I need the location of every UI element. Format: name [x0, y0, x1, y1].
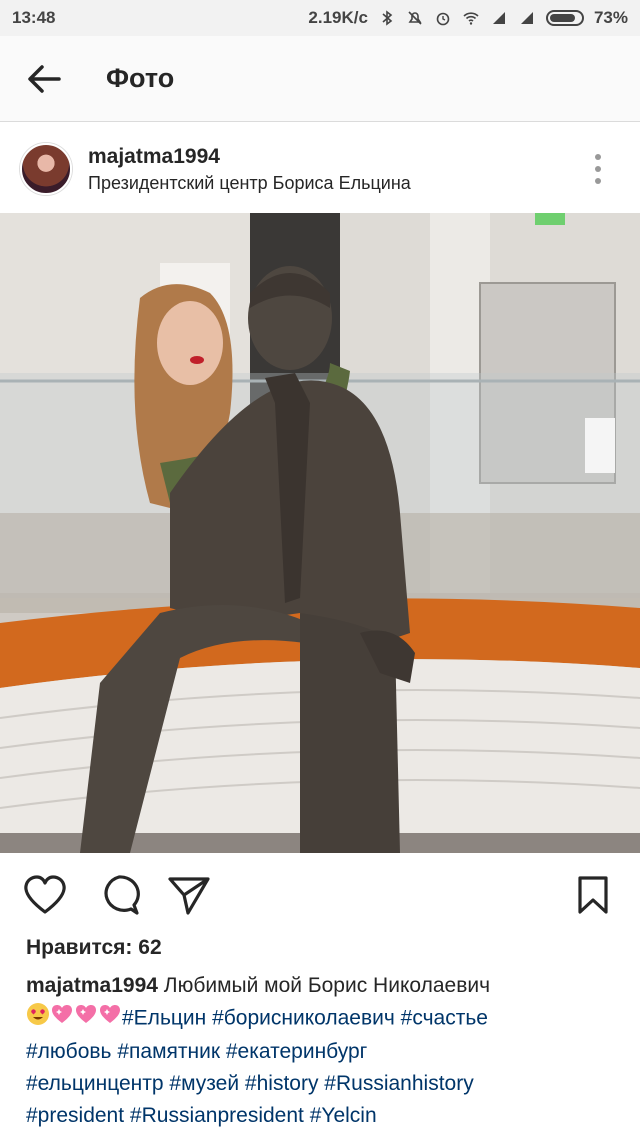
post-location[interactable]: Президентский центр Бориса Ельцина: [88, 173, 411, 194]
post-header: majatma1994 Президентский центр Бориса Е…: [0, 130, 640, 208]
battery-icon: [545, 10, 584, 26]
hashtag[interactable]: #екатеринбург: [226, 1040, 367, 1063]
post-meta: majatma1994 Президентский центр Бориса Е…: [88, 145, 411, 194]
page-title: Фото: [106, 63, 175, 93]
like-button[interactable]: [22, 872, 68, 918]
hashtag[interactable]: #счастье: [401, 1007, 488, 1030]
likes-count[interactable]: Нравится: 62: [26, 936, 162, 960]
caption-text: Любимый мой Борис Николаевич: [163, 974, 491, 997]
wifi-icon: [463, 12, 479, 25]
signal-icon-1: [492, 12, 505, 24]
back-button[interactable]: [14, 49, 74, 109]
hashtag[interactable]: #музей: [169, 1072, 239, 1095]
alarm-icon: [436, 12, 450, 26]
post-caption: majatma1994 Любимый мой Борис Николаевич…: [26, 970, 616, 1132]
hashtag[interactable]: #борисниколаевич: [212, 1007, 395, 1030]
app-bar: Фото: [0, 36, 640, 122]
sparkling-heart-icon: [98, 1002, 122, 1036]
share-button[interactable]: [166, 872, 212, 918]
signal-icon-2: [520, 12, 533, 24]
photo-illustration: [0, 213, 640, 853]
mute-icon: [408, 11, 422, 25]
avatar[interactable]: [20, 143, 72, 195]
hashtag[interactable]: #president: [26, 1104, 124, 1127]
status-indicators: 2.19K/c 73%: [308, 8, 628, 28]
smiling-face-with-heart-eyes-icon: [26, 1002, 50, 1036]
arrow-left-icon: [28, 64, 61, 93]
hashtag[interactable]: #history: [245, 1072, 319, 1095]
sparkling-heart-icon: [50, 1002, 74, 1036]
sparkling-heart-icon: [74, 1002, 98, 1036]
hashtag[interactable]: #Yelcin: [310, 1104, 377, 1127]
more-vertical-icon[interactable]: [586, 152, 610, 186]
hashtag[interactable]: #Russianhistory: [324, 1072, 473, 1095]
battery-level: 73%: [593, 8, 628, 27]
send-icon: [168, 877, 210, 915]
status-time: 13:48: [12, 8, 56, 27]
comment-button[interactable]: [96, 872, 142, 918]
bluetooth-icon: [382, 10, 393, 26]
comment-icon: [104, 875, 140, 915]
hashtag[interactable]: #Russianpresident: [130, 1104, 304, 1127]
post-username[interactable]: majatma1994: [88, 145, 411, 169]
status-bar: 13:48 2.19K/c 73%: [0, 0, 640, 36]
post-actions: [0, 860, 640, 928]
hashtag[interactable]: #Ельцин: [122, 1007, 206, 1030]
heart-icon: [24, 875, 66, 914]
bookmark-icon: [578, 876, 608, 914]
save-button[interactable]: [570, 872, 616, 918]
hashtag[interactable]: #ельцинцентр: [26, 1072, 164, 1095]
hashtag[interactable]: #любовь: [26, 1040, 112, 1063]
network-speed: 2.19K/c: [308, 8, 368, 27]
hashtag[interactable]: #памятник: [117, 1040, 220, 1063]
post-photo[interactable]: [0, 213, 640, 853]
caption-username[interactable]: majatma1994: [26, 974, 158, 997]
